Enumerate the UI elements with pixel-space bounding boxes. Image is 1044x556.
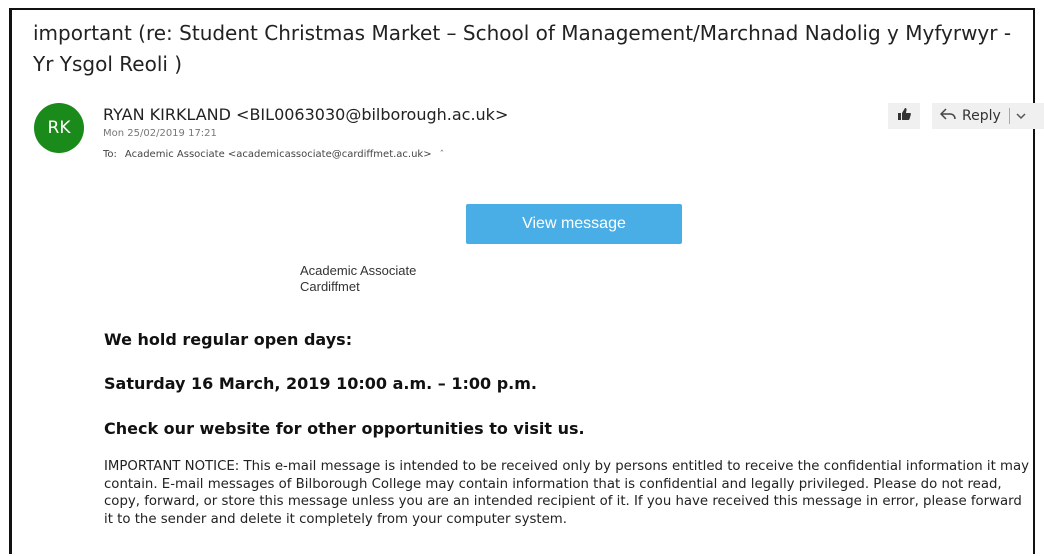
reply-label: Reply — [962, 108, 1001, 124]
recipient-name: Academic Associate — [300, 263, 417, 278]
sent-date: Mon 25/02/2019 17:21 — [103, 128, 217, 139]
chevron-down-icon — [1016, 109, 1026, 123]
recipient-org: Cardiffmet — [300, 279, 360, 294]
reply-arrow-icon — [939, 108, 956, 124]
view-message-button[interactable]: View message — [466, 204, 682, 244]
like-button[interactable] — [888, 103, 920, 129]
like-icon — [897, 107, 911, 125]
reply-options-dropdown[interactable] — [1010, 109, 1026, 123]
open-day-date: Saturday 16 March, 2019 10:00 a.m. – 1:0… — [104, 374, 537, 393]
sender-name[interactable]: RYAN KIRKLAND <BIL0063030@bilborough.ac.… — [103, 105, 508, 124]
reply-button-group: Reply — [932, 103, 1044, 129]
to-recipient[interactable]: Academic Associate <academicassociate@ca… — [125, 149, 432, 160]
email-subject: important (re: Student Christmas Market … — [33, 21, 1012, 76]
to-label: To: — [103, 149, 117, 160]
important-notice: IMPORTANT NOTICE: This e-mail message is… — [104, 459, 1030, 527]
open-days-heading: We hold regular open days: — [104, 330, 353, 349]
avatar-initials: RK — [47, 118, 71, 138]
recipient-line: To: Academic Associate <academicassociat… — [103, 149, 444, 160]
website-note: Check our website for other opportunitie… — [104, 419, 585, 438]
collapse-recipients-icon[interactable]: ˆ — [440, 150, 445, 160]
recipient-signature: Academic Associate Cardiffmet — [300, 263, 416, 295]
avatar[interactable]: RK — [34, 103, 84, 153]
reply-button[interactable]: Reply — [932, 108, 1001, 124]
